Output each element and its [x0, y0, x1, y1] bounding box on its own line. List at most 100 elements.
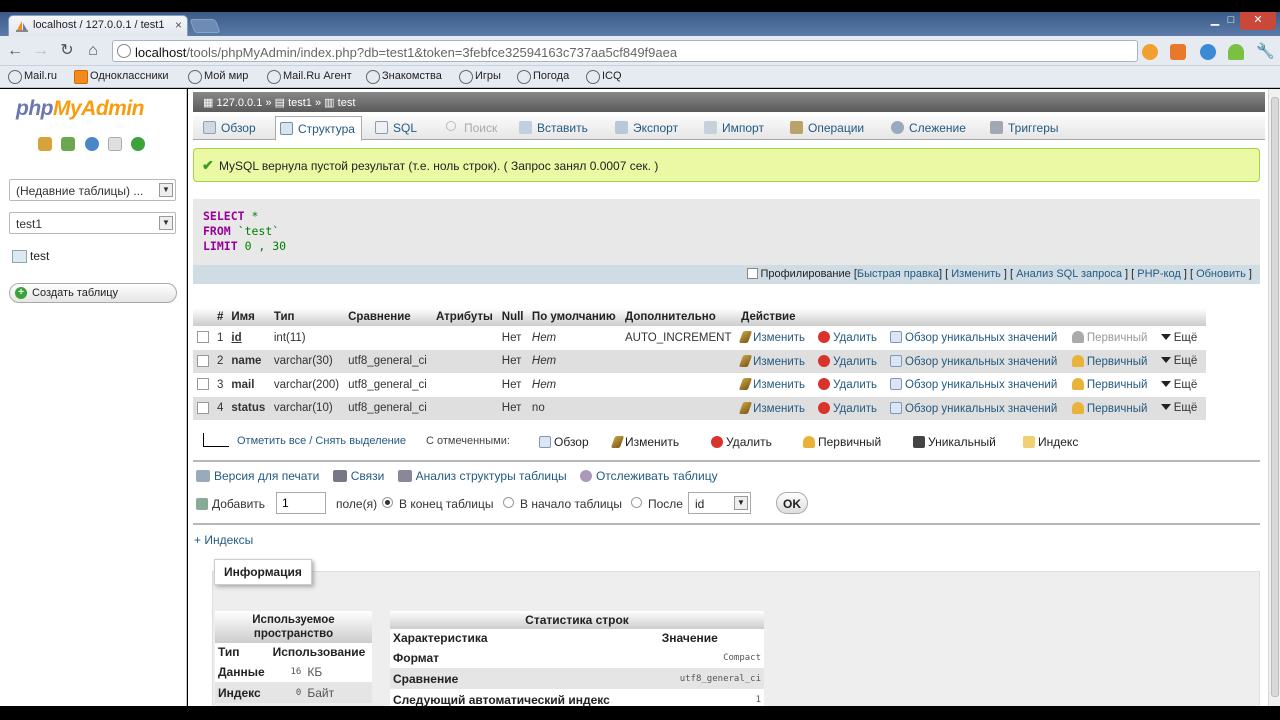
bookmark-item[interactable]: Знакомства [366, 70, 442, 84]
row-checkbox[interactable] [197, 354, 209, 367]
check-all-link[interactable]: Отметить все / Снять выделение [237, 435, 406, 447]
quick-edit-link[interactable]: Быстрая правка [857, 268, 939, 280]
maximize-icon[interactable]: □ [1222, 12, 1240, 30]
delete-column-link[interactable]: Удалить [818, 401, 877, 415]
browse-unique-link[interactable]: Обзор уникальных значений [890, 331, 1057, 344]
primary-key-link[interactable]: Первичный [1071, 331, 1147, 344]
database-select[interactable]: test1 ▼ [9, 212, 176, 234]
profiling-checkbox[interactable] [747, 268, 759, 279]
at-start-radio[interactable] [503, 497, 514, 508]
sidebar-item-table[interactable]: test [12, 249, 49, 263]
track-table-link[interactable]: Отслеживать таблицу [579, 469, 718, 483]
primary-key-link[interactable]: Первичный [1071, 354, 1147, 368]
after-column-select[interactable]: id ▼ [688, 492, 751, 514]
reload-nav-icon[interactable] [131, 137, 146, 151]
bulk-browse-button[interactable]: Обзор [539, 435, 589, 449]
field-count-input[interactable] [276, 492, 326, 514]
breadcrumb-table[interactable]: test [338, 97, 356, 109]
after-radio[interactable] [631, 497, 642, 508]
edit-query-link[interactable]: Изменить [951, 268, 1001, 280]
tab-import[interactable]: Импорт [700, 116, 770, 140]
bookmark-item[interactable]: Одноклассники [74, 70, 169, 84]
exit-icon[interactable] [61, 137, 76, 151]
close-tab-icon[interactable]: × [175, 18, 182, 32]
primary-key-link[interactable]: Первичный [1071, 401, 1147, 415]
at-end-radio[interactable] [382, 497, 393, 508]
more-actions-dropdown[interactable]: Ещё [1160, 402, 1197, 414]
odnoklassniki-extension-icon[interactable] [1170, 44, 1186, 60]
reload-icon[interactable]: ↻ [58, 42, 76, 60]
globe-extension-icon[interactable] [1200, 44, 1216, 60]
refresh-link[interactable]: Обновить [1196, 268, 1246, 280]
tab-tracking[interactable]: Слежение [887, 116, 972, 140]
edit-column-link[interactable]: Изменить [738, 331, 805, 344]
ok-button[interactable]: OK [776, 492, 808, 514]
delete-column-link[interactable]: Удалить [818, 354, 877, 368]
more-actions-dropdown[interactable]: Ещё [1160, 379, 1197, 391]
thumb-extension-icon[interactable] [1142, 44, 1158, 60]
analyze-sql-link[interactable]: Анализ SQL запроса [1016, 268, 1122, 280]
row-checkbox[interactable] [197, 378, 209, 391]
close-window-icon[interactable]: ✕ [1240, 12, 1276, 30]
back-arrow-icon[interactable]: ← [6, 42, 24, 60]
printer-icon [196, 470, 210, 482]
forward-arrow-icon[interactable]: → [32, 42, 50, 60]
edit-column-link[interactable]: Изменить [738, 378, 805, 391]
tab-triggers[interactable]: Триггеры [986, 116, 1065, 140]
recent-tables-select[interactable]: (Недавние таблицы) ... ▼ [9, 179, 176, 201]
bookmark-item[interactable]: Mail.ru [8, 70, 57, 84]
tab-browse[interactable]: Обзор [199, 116, 262, 140]
analyze-structure-link[interactable]: Анализ структуры таблицы [397, 469, 567, 483]
php-code-link[interactable]: PHP-код [1137, 268, 1181, 280]
bookmark-item[interactable]: Игры [459, 70, 501, 84]
address-bar[interactable]: localhost/tools/phpMyAdmin/index.php?db=… [112, 40, 1157, 62]
bookmark-item[interactable]: Погода [517, 70, 569, 84]
breadcrumb-database[interactable]: test1 [288, 97, 312, 109]
browse-unique-link[interactable]: Обзор уникальных значений [890, 401, 1057, 415]
delete-column-link[interactable]: Удалить [818, 378, 877, 391]
bulk-delete-button[interactable]: Удалить [711, 435, 772, 449]
tab-insert[interactable]: Вставить [515, 116, 594, 140]
tab-search[interactable]: Поиск [442, 116, 503, 140]
row-checkbox[interactable] [197, 401, 209, 414]
browse-unique-link[interactable]: Обзор уникальных значений [890, 378, 1057, 391]
tab-structure[interactable]: Структура [275, 116, 362, 141]
tab-sql[interactable]: SQL [371, 116, 423, 140]
more-actions-dropdown[interactable]: Ещё [1160, 332, 1197, 344]
bookmark-item[interactable]: ICQ [586, 70, 622, 84]
primary-key-link[interactable]: Первичный [1071, 378, 1147, 391]
help-icon[interactable] [84, 137, 99, 151]
browse-unique-link[interactable]: Обзор уникальных значений [890, 354, 1057, 368]
bulk-edit-button[interactable]: Изменить [610, 435, 679, 449]
browser-tab[interactable]: localhost / 127.0.0.1 / test1 × [8, 15, 188, 36]
bulk-unique-button[interactable]: Уникальный [913, 435, 996, 449]
tab-operations[interactable]: Операции [786, 116, 870, 140]
relations-link[interactable]: Связи [332, 469, 384, 483]
bulk-primary-button[interactable]: Первичный [803, 435, 881, 449]
home-icon[interactable]: ⌂ [84, 42, 102, 60]
bulk-index-button[interactable]: Индекс [1023, 435, 1078, 449]
new-tab-button[interactable] [189, 19, 221, 33]
delete-column-link[interactable]: Удалить [818, 331, 877, 344]
more-actions-dropdown[interactable]: Ещё [1160, 355, 1197, 367]
create-table-button[interactable]: + Создать таблицу [9, 283, 177, 303]
vertical-scrollbar[interactable] [1268, 89, 1280, 720]
bookmark-item[interactable]: Mail.Ru Агент [267, 70, 352, 84]
key-icon [1071, 378, 1084, 391]
row-checkbox[interactable] [197, 331, 209, 344]
docs-icon[interactable] [108, 137, 123, 151]
wrench-menu-icon[interactable]: 🔧 [1256, 44, 1275, 60]
tab-export[interactable]: Экспорт [611, 116, 684, 140]
bookmark-item[interactable]: Мой мир [188, 70, 248, 84]
print-view-link[interactable]: Версия для печати [196, 469, 319, 483]
edit-column-link[interactable]: Изменить [738, 401, 805, 415]
sql-options-bar: Профилирование [Быстрая правка] [ Измени… [193, 265, 1260, 284]
edit-column-link[interactable]: Изменить [738, 354, 805, 368]
phpmyadmin-logo[interactable]: phpMyAdmin [16, 97, 144, 121]
page-info-icon[interactable] [117, 44, 131, 58]
scrollbar-thumb[interactable] [1271, 97, 1279, 697]
indexes-toggle-link[interactable]: + Индексы [194, 533, 253, 547]
home-icon[interactable] [38, 137, 52, 151]
download-extension-icon[interactable] [1228, 44, 1244, 60]
breadcrumb-server[interactable]: 127.0.0.1 [216, 97, 262, 109]
